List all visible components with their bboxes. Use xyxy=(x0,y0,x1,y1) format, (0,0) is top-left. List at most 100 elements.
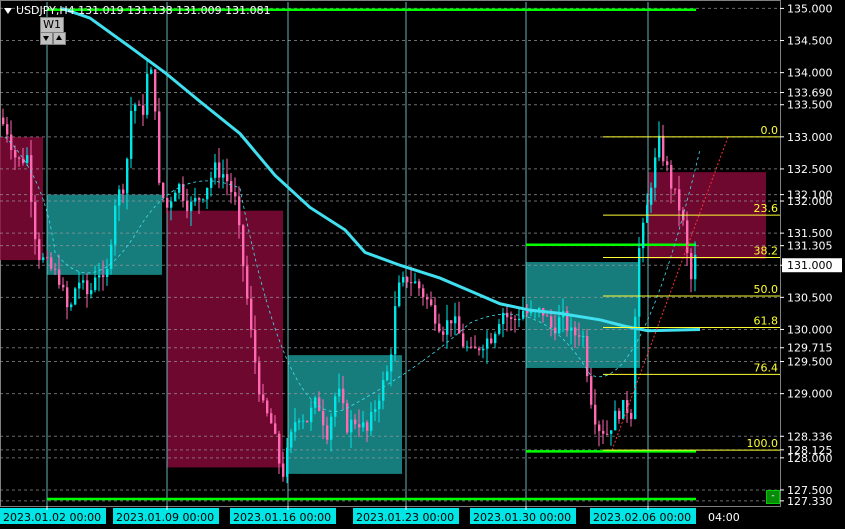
candle-body xyxy=(226,174,229,182)
candle-body xyxy=(406,276,409,283)
candle-body xyxy=(274,423,277,434)
candle-body xyxy=(478,348,481,351)
candle-body xyxy=(130,110,133,159)
price-axis-label: 128.000 xyxy=(787,452,833,465)
candle-body xyxy=(614,410,617,431)
candle-body xyxy=(414,281,417,284)
candle-body xyxy=(46,257,49,259)
candle-body xyxy=(686,220,689,253)
minimize-indicator-button[interactable]: - xyxy=(766,490,780,504)
zone-week-3-maroon xyxy=(167,210,283,468)
candle-body xyxy=(390,354,393,372)
candle-body xyxy=(598,424,601,432)
candle-body xyxy=(138,104,141,106)
candle-body xyxy=(294,422,297,432)
candle-body xyxy=(378,400,381,410)
candle-body xyxy=(282,463,285,477)
time-axis-trailing-label: 04:00 xyxy=(708,511,740,524)
candle-body xyxy=(370,411,373,431)
candle-body xyxy=(34,201,37,240)
candle-body xyxy=(482,348,485,351)
fib-level-label: 100.0 xyxy=(747,437,779,450)
price-axis-label: 127.330 xyxy=(787,495,833,508)
price-axis-label: 129.500 xyxy=(787,356,833,369)
price-chart[interactable]: 0.0 23.6 38.2 50.0 61.8 76.4 100.0 135.000 134.5… xyxy=(0,0,845,529)
candle-body xyxy=(6,124,9,135)
candle-body xyxy=(234,192,237,197)
fib-level-label: 23.6 xyxy=(754,202,779,215)
candle-body xyxy=(42,257,45,260)
timeframe-label[interactable]: W1 xyxy=(40,17,64,33)
candle-body xyxy=(666,161,669,166)
zone-week-1-maroon xyxy=(0,136,43,261)
candle-body xyxy=(258,362,261,395)
price-axis-label: 131.500 xyxy=(787,227,833,240)
price-axis-label: 134.000 xyxy=(787,67,833,80)
candle-body xyxy=(334,396,337,417)
candle-body xyxy=(462,333,465,347)
candle-body xyxy=(422,288,425,298)
candle-body xyxy=(182,184,185,201)
candle-body xyxy=(126,158,129,194)
candle-body xyxy=(74,288,77,305)
candle-body xyxy=(662,135,665,162)
candle-body xyxy=(358,424,361,428)
candle-body xyxy=(122,189,125,194)
candle-body xyxy=(466,346,469,348)
timeframe-up-arrow-icon[interactable] xyxy=(53,32,66,45)
candle-body xyxy=(14,150,17,158)
candle-body xyxy=(470,346,473,348)
candle-body xyxy=(306,420,309,423)
candle-body xyxy=(582,336,585,338)
candle-body xyxy=(502,312,505,325)
candle-body xyxy=(418,281,421,289)
candle-body xyxy=(514,318,517,321)
candle-body xyxy=(654,157,657,188)
candle-body xyxy=(498,324,501,334)
candle-body xyxy=(342,388,345,404)
candle-body xyxy=(674,188,677,190)
candle-body xyxy=(366,422,369,431)
candle-body xyxy=(590,376,593,405)
candle-body xyxy=(558,317,561,334)
candle-body xyxy=(2,117,5,125)
candle-body xyxy=(594,404,597,425)
candle-body xyxy=(338,388,341,397)
candle-body xyxy=(66,287,69,308)
candle-body xyxy=(322,410,325,426)
candle-body xyxy=(354,419,357,425)
candle-body xyxy=(230,181,233,193)
candle-body xyxy=(434,305,437,324)
price-axis-label: 133.500 xyxy=(787,99,833,112)
candle-body xyxy=(382,380,385,401)
candle-body xyxy=(446,320,449,335)
candle-body xyxy=(38,239,41,260)
price-axis-label: 131.000 xyxy=(787,259,833,272)
price-axis-label: 134.500 xyxy=(787,35,833,48)
candle-body xyxy=(670,165,673,189)
chart-canvas[interactable]: 0.0 23.6 38.2 50.0 61.8 76.4 100.0 135.000 134.5… xyxy=(0,0,845,529)
candle-body xyxy=(142,105,145,115)
price-axis-label: 130.000 xyxy=(787,323,833,336)
candle-body xyxy=(578,335,581,337)
candle-body xyxy=(630,413,633,420)
fib-level-label: 76.4 xyxy=(754,361,779,374)
candle-body xyxy=(94,277,97,291)
candle-body xyxy=(70,304,73,308)
symbol-header: USDJPY,H4 131.019 131.138 131.009 131.08… xyxy=(4,4,271,17)
candle-body xyxy=(506,312,509,318)
candle-body xyxy=(174,192,177,202)
time-axis-label: 2023.01.02 00:00 xyxy=(3,511,101,524)
timeframe-switcher[interactable]: W1 xyxy=(38,17,68,45)
timeframe-down-arrow-icon[interactable] xyxy=(40,32,53,45)
candle-body xyxy=(330,416,333,440)
candle-body xyxy=(90,290,93,295)
candle-body xyxy=(54,268,57,270)
chart-menu-triangle-icon[interactable] xyxy=(4,8,12,14)
candle-body xyxy=(570,327,573,331)
candle-body xyxy=(610,430,613,434)
price-axis-label: 135.000 xyxy=(787,2,833,15)
candle-body xyxy=(246,266,249,299)
candle-body xyxy=(26,155,29,163)
candle-body xyxy=(326,425,329,440)
